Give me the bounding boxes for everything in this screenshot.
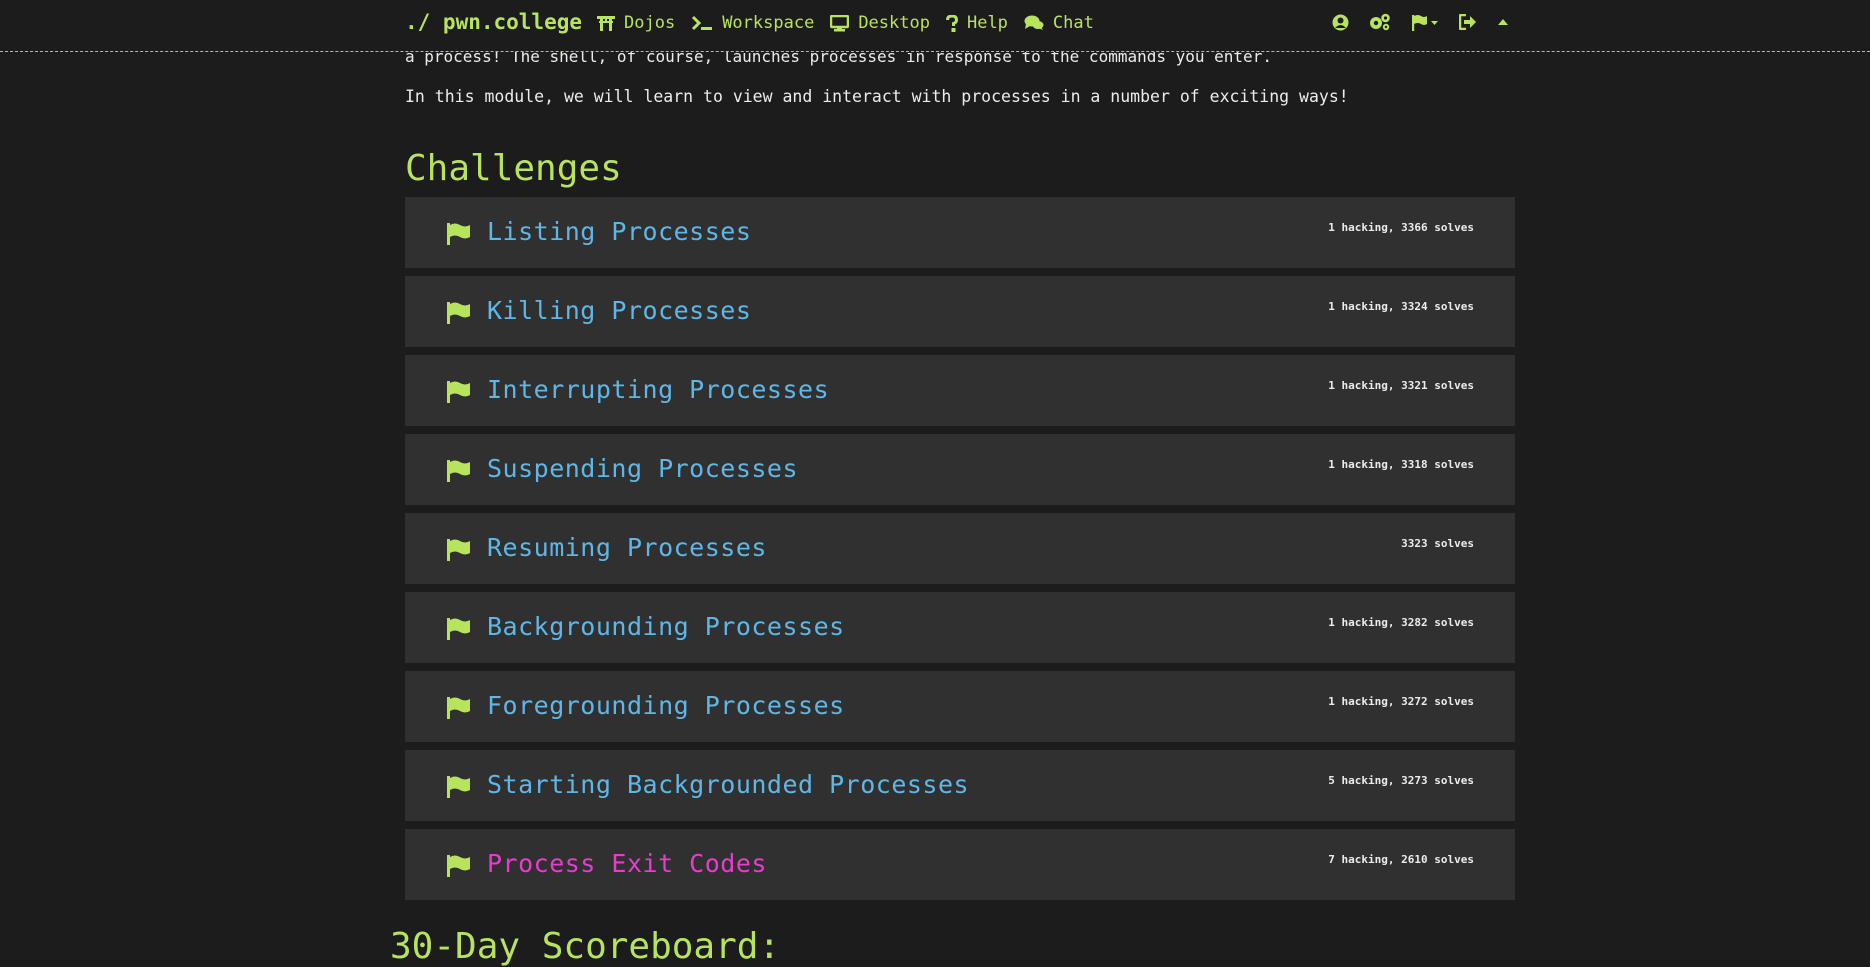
nav-workspace[interactable]: Workspace [691, 13, 814, 33]
flag-dropdown-icon[interactable] [1411, 14, 1439, 31]
challenge-item[interactable]: Starting Backgrounded Processes 5 hacking… [405, 750, 1515, 821]
challenge-stats: 1 hacking, 3318 solves [1328, 458, 1474, 471]
challenge-item[interactable]: Interrupting Processes 1 hacking, 3321 so… [405, 355, 1515, 426]
challenge-list: Listing Processes 1 hacking, 3366 solves K… [405, 197, 1515, 908]
challenge-name[interactable]: Process Exit Codes [487, 849, 767, 878]
challenge-stats: 7 hacking, 2610 solves [1328, 853, 1474, 866]
flag-icon [447, 460, 470, 482]
nav-help-label: Help [966, 13, 1008, 33]
challenge-stats: 1 hacking, 3324 solves [1328, 300, 1474, 313]
comments-icon [1024, 15, 1044, 30]
flag-icon [447, 776, 470, 798]
challenge-name[interactable]: Foregrounding Processes [487, 691, 845, 720]
challenge-name[interactable]: Interrupting Processes [487, 375, 829, 404]
challenge-item[interactable]: Killing Processes 1 hacking, 3324 solves [405, 276, 1515, 347]
challenge-name[interactable]: Resuming Processes [487, 533, 767, 562]
challenge-name[interactable]: Suspending Processes [487, 454, 798, 483]
torii-gate-icon [597, 16, 615, 31]
brand-logo[interactable]: ./ pwn.college [405, 10, 582, 34]
nav-workspace-label: Workspace [722, 13, 815, 33]
nav-chat-label: Chat [1052, 13, 1094, 33]
flag-icon [447, 302, 470, 324]
challenge-name[interactable]: Listing Processes [487, 217, 751, 246]
desktop-icon [830, 14, 850, 31]
nav-links: Dojos Workspace Desktop Help Chat [597, 13, 1110, 33]
challenge-stats: 5 hacking, 3273 solves [1328, 774, 1474, 787]
challenge-name[interactable]: Starting Backgrounded Processes [487, 770, 969, 799]
challenge-item[interactable]: Listing Processes 1 hacking, 3366 solves [405, 197, 1515, 268]
nav-desktop[interactable]: Desktop [830, 13, 930, 33]
nav-desktop-label: Desktop [858, 13, 930, 33]
challenge-name[interactable]: Backgrounding Processes [487, 612, 845, 641]
challenge-stats: 1 hacking, 3272 solves [1328, 695, 1474, 708]
nav-dojos[interactable]: Dojos [597, 13, 675, 33]
challenges-heading: Challenges [405, 148, 622, 189]
flag-icon [447, 223, 470, 245]
flag-icon [447, 381, 470, 403]
flag-icon [447, 539, 470, 561]
nav-user-controls [1332, 13, 1529, 31]
sign-out-icon[interactable] [1459, 14, 1477, 30]
gears-icon[interactable] [1369, 13, 1391, 31]
question-icon [945, 14, 958, 32]
flag-icon [447, 855, 470, 877]
challenge-item[interactable]: Resuming Processes 3323 solves [405, 513, 1515, 584]
scoreboard-heading: 30-Day Scoreboard: [390, 926, 781, 967]
challenge-stats: 1 hacking, 3366 solves [1328, 221, 1474, 234]
challenge-item[interactable]: Suspending Processes 1 hacking, 3318 solv… [405, 434, 1515, 505]
challenge-name[interactable]: Killing Processes [487, 296, 751, 325]
nav-help[interactable]: Help [945, 13, 1008, 33]
challenge-item[interactable]: Process Exit Codes 7 hacking, 2610 solves [405, 829, 1515, 900]
top-navbar: ./ pwn.college Dojos Workspace Desktop H… [0, 0, 1870, 52]
challenge-stats: 1 hacking, 3321 solves [1328, 379, 1474, 392]
flag-icon [447, 618, 470, 640]
challenge-stats: 1 hacking, 3282 solves [1328, 616, 1474, 629]
terminal-icon [692, 15, 713, 31]
nav-chat[interactable]: Chat [1024, 13, 1094, 33]
user-circle-icon[interactable] [1332, 14, 1349, 31]
module-description: In this module, we will learn to view an… [405, 87, 1349, 106]
challenge-stats: 3323 solves [1401, 537, 1474, 550]
caret-up-icon[interactable] [1497, 18, 1509, 26]
flag-icon [447, 697, 470, 719]
challenge-item[interactable]: Backgrounding Processes 1 hacking, 3282 s… [405, 592, 1515, 663]
nav-dojos-label: Dojos [624, 13, 676, 33]
challenge-item[interactable]: Foregrounding Processes 1 hacking, 3272 s… [405, 671, 1515, 742]
